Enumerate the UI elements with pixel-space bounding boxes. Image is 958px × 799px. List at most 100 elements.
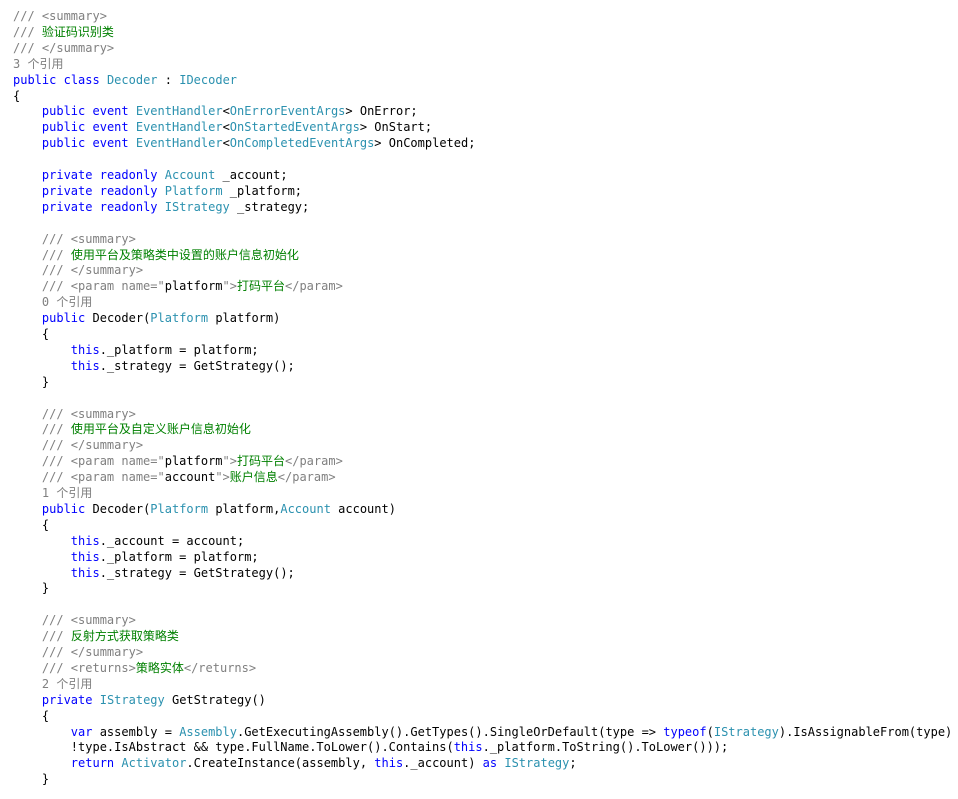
code-line: public event EventHandler<OnStartedEvent… — [13, 119, 432, 135]
code-text: platform) — [208, 311, 281, 326]
code-text: { — [13, 708, 50, 723]
keyword-token: event — [92, 136, 129, 151]
comment-text: 账户信息 — [229, 470, 278, 485]
code-editor[interactable]: /// <summary>/// 验证码识别类/// </summary> 3 个… — [0, 0, 958, 799]
keyword-token: public — [41, 120, 86, 135]
type-token: OnStartedEventArgs — [229, 120, 360, 135]
type-token: Account — [164, 168, 216, 182]
doc-comment-token: </param> — [285, 279, 343, 294]
keyword-token: this — [70, 533, 100, 548]
codelens-reference[interactable]: 3 个引用 — [13, 57, 63, 71]
doc-comment-token: /// <summary> — [41, 231, 136, 246]
type-token: Account — [280, 501, 331, 516]
keyword-token: public — [41, 311, 86, 326]
code-text: ._platform = platform; — [99, 549, 259, 564]
keyword-token: private — [41, 199, 93, 214]
type-token: EventHandler — [135, 136, 223, 151]
doc-comment-token: /// <summary> — [41, 613, 136, 628]
comment-text: 使用平台及策略类中设置的账户信息初始化 — [70, 247, 299, 262]
code-text: GetStrategy() — [164, 692, 266, 707]
keyword-token: readonly — [99, 199, 158, 214]
type-token: Platform — [150, 311, 209, 326]
code-line: { — [13, 326, 49, 342]
keyword-token: as — [482, 756, 498, 771]
comment-text: 反射方式获取策略类 — [70, 629, 179, 644]
type-token: EventHandler — [135, 120, 223, 135]
keyword-token: this — [374, 756, 404, 771]
code-text: .GetExecutingAssembly().GetTypes().Singl… — [236, 724, 664, 739]
code-line: public event EventHandler<OnErrorEventAr… — [13, 103, 418, 119]
code-text: .CreateInstance(assembly, — [186, 756, 375, 771]
code-text: assembly = — [92, 724, 180, 739]
keyword-token: private — [41, 692, 93, 707]
code-text: { — [13, 327, 50, 341]
code-line: } — [13, 580, 49, 596]
code-text: < — [222, 136, 230, 151]
code-text: { — [13, 517, 50, 532]
code-line: { — [13, 517, 49, 533]
keyword-token: return — [70, 756, 115, 771]
doc-comment-token: "> — [215, 470, 230, 485]
doc-comment-token: "> — [222, 279, 237, 294]
code-text: ._account) — [403, 756, 483, 771]
comment-text: 打码平台 — [236, 454, 285, 469]
code-line: return Activator.CreateInstance(assembly… — [13, 755, 577, 771]
keyword-token: event — [92, 120, 129, 135]
doc-comment-token: /// </summary> — [41, 438, 144, 453]
code-text: < — [222, 120, 230, 135]
doc-comment-token: /// <param name=" — [41, 454, 165, 469]
code-line: this._account = account; — [13, 533, 244, 549]
code-line: this._strategy = GetStrategy(); — [13, 358, 295, 374]
keyword-token: public — [41, 104, 86, 119]
code-line: /// <summary> — [13, 8, 107, 24]
keyword-token: var — [70, 724, 93, 739]
keyword-token: typeof — [663, 724, 707, 739]
code-line: public class Decoder : IDecoder — [13, 72, 237, 88]
codelens-reference[interactable]: 1 个引用 — [42, 486, 92, 500]
doc-comment-token: </summary> — [41, 40, 115, 55]
codelens-reference[interactable]: 2 个引用 — [42, 677, 92, 691]
doc-comment-token: /// <param name=" — [41, 470, 165, 485]
keyword-token: private — [41, 183, 93, 198]
type-token: IDecoder — [179, 72, 238, 87]
keyword-token: this — [70, 565, 100, 580]
keyword-token: event — [92, 104, 129, 119]
code-text: ._strategy = GetStrategy(); — [99, 358, 295, 373]
code-text: } — [13, 581, 50, 596]
code-text: > OnStart; — [359, 120, 433, 135]
code-line: /// <param name="account">账户信息</param> — [13, 469, 336, 485]
code-line: /// </summary> — [13, 644, 143, 660]
comment-text: 使用平台及自定义账户信息初始化 — [70, 422, 251, 437]
keyword-token: public — [41, 501, 86, 516]
type-token: Activator — [121, 756, 187, 771]
code-text: ._strategy = GetStrategy(); — [99, 565, 295, 580]
code-line: private readonly Platform _platform; — [13, 183, 302, 199]
codelens-reference[interactable]: 0 个引用 — [42, 295, 92, 309]
keyword-token: this — [70, 358, 100, 373]
doc-comment-token: </returns> — [183, 660, 257, 675]
code-line: } — [13, 374, 49, 390]
code-text: : — [157, 72, 180, 87]
code-line: 0 个引用 — [13, 294, 92, 310]
